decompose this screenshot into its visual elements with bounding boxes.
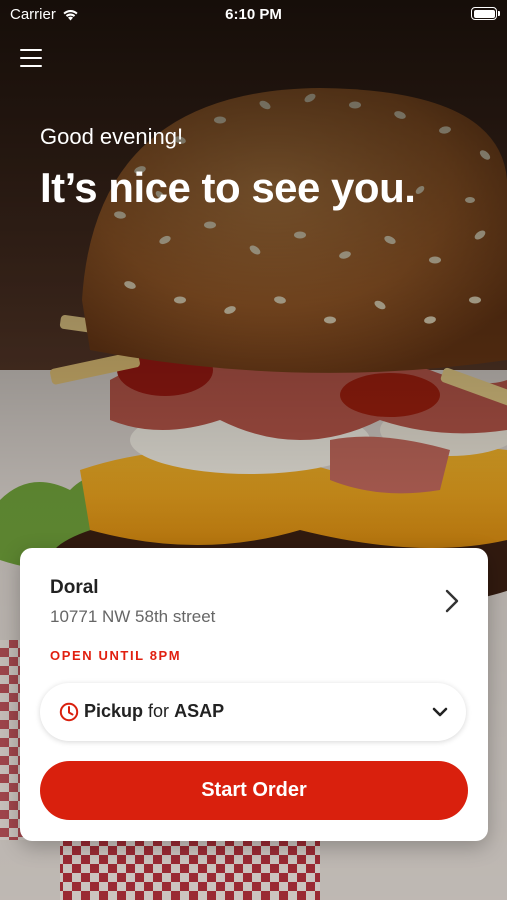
order-mode-text: Pickup for ASAP (84, 701, 224, 722)
greeting-text: Good evening! (40, 124, 184, 149)
order-mode-timing: ASAP (174, 701, 225, 721)
status-bar: Carrier 6:10 PM (0, 0, 507, 30)
headline-text: It’s nice to see you. (40, 164, 416, 211)
store-hours-status: OPEN UNTIL 8PM (50, 648, 182, 663)
store-location-row[interactable]: Doral 10771 NW 58th street (20, 548, 488, 628)
store-name: Doral (50, 577, 99, 598)
order-mode-connector: for (148, 701, 170, 721)
chevron-right-icon[interactable] (444, 589, 460, 613)
store-address: 10771 NW 58th street (50, 607, 216, 626)
hamburger-menu-icon[interactable] (20, 49, 42, 67)
location-order-card: Doral 10771 NW 58th street OPEN UNTIL 8P… (20, 548, 488, 841)
chevron-down-icon[interactable] (432, 706, 448, 718)
battery-icon (471, 7, 500, 20)
order-mode-selector[interactable]: Pickup for ASAP (40, 683, 466, 741)
status-time: 6:10 PM (225, 6, 282, 23)
start-order-button[interactable]: Start Order (40, 761, 468, 820)
clock-icon (59, 702, 79, 722)
order-mode-type: Pickup (84, 701, 144, 721)
